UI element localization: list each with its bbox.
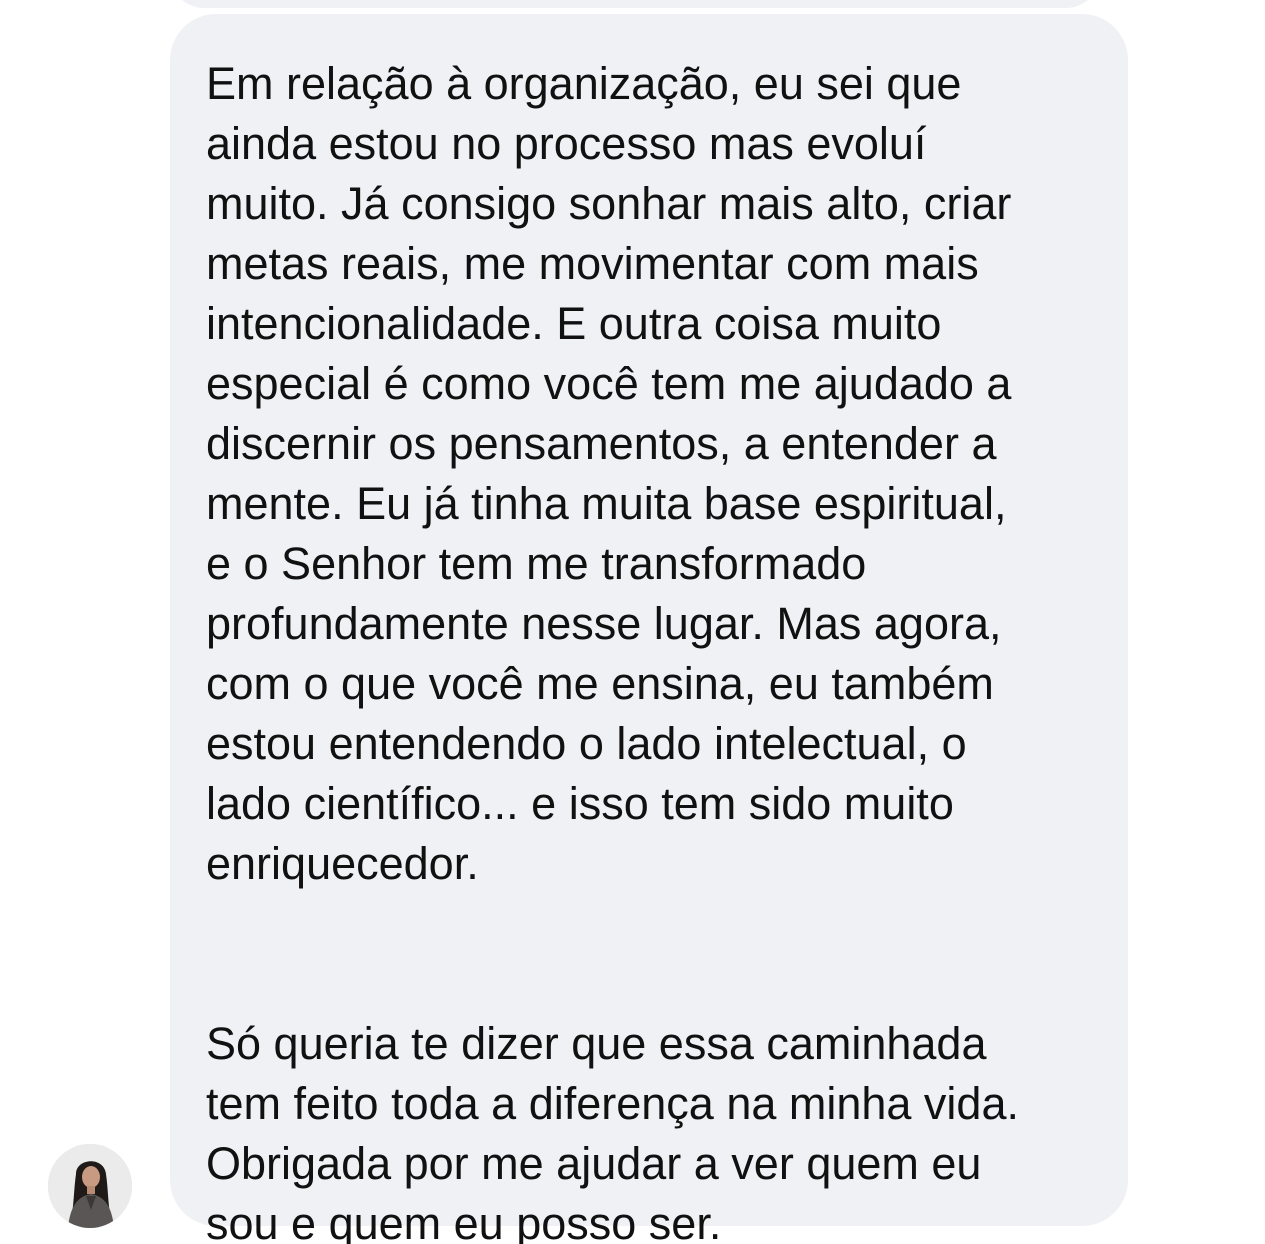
message-text: Em relação à organização, eu sei que ain…	[206, 58, 1019, 1244]
user-avatar-photo-icon	[48, 1144, 132, 1228]
sender-avatar[interactable]	[48, 1144, 132, 1228]
previous-message-bubble[interactable]	[170, 0, 1100, 8]
message-bubble[interactable]: Em relação à organização, eu sei que ain…	[170, 14, 1128, 1244]
chat-thread: Em relação à organização, eu sei que ain…	[0, 0, 1265, 1244]
